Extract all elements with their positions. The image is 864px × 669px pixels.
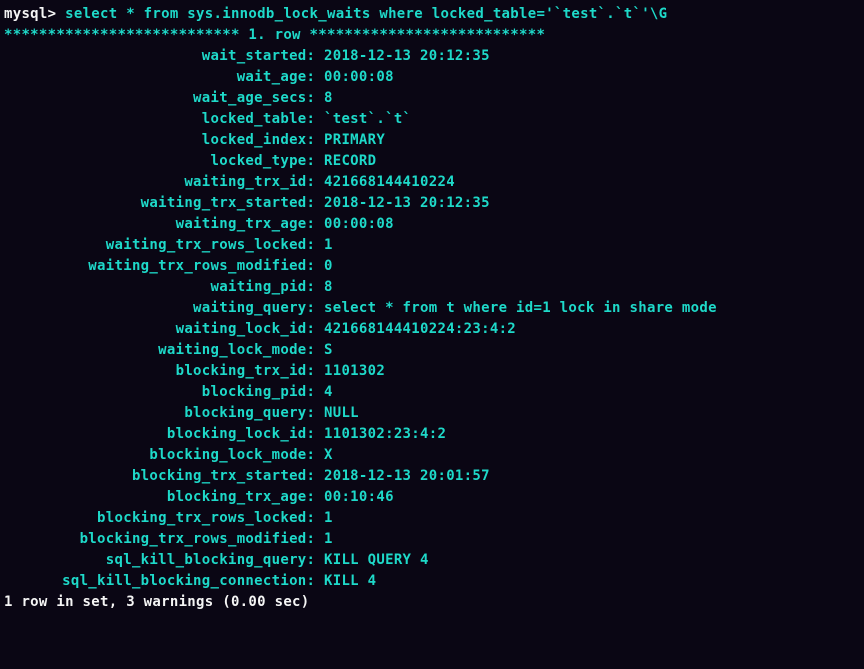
field-label: locked_table: (4, 109, 324, 130)
field-value: 0 (324, 256, 333, 277)
field-value: NULL (324, 403, 359, 424)
field-label: blocking_lock_id: (4, 424, 324, 445)
field-value: 2018-12-13 20:01:57 (324, 466, 490, 487)
result-footer: 1 row in set, 3 warnings (0.00 sec) (4, 592, 860, 613)
field-row: sql_kill_blocking_query: KILL QUERY 4 (4, 550, 860, 571)
field-row: locked_index: PRIMARY (4, 130, 860, 151)
field-value: KILL 4 (324, 571, 376, 592)
field-label: waiting_pid: (4, 277, 324, 298)
field-value: 2018-12-13 20:12:35 (324, 193, 490, 214)
field-row: waiting_trx_started: 2018-12-13 20:12:35 (4, 193, 860, 214)
field-row: waiting_trx_rows_modified: 0 (4, 256, 860, 277)
command-line: mysql> select * from sys.innodb_lock_wai… (4, 4, 860, 25)
field-label: locked_type: (4, 151, 324, 172)
field-label: waiting_trx_age: (4, 214, 324, 235)
field-label: waiting_trx_id: (4, 172, 324, 193)
field-value: 1 (324, 235, 333, 256)
field-row: blocking_trx_rows_modified: 1 (4, 529, 860, 550)
field-row: blocking_pid: 4 (4, 382, 860, 403)
field-label: waiting_trx_started: (4, 193, 324, 214)
field-value: `test`.`t` (324, 109, 411, 130)
field-row: blocking_query: NULL (4, 403, 860, 424)
field-value: 1101302:23:4:2 (324, 424, 446, 445)
field-value: X (324, 445, 333, 466)
field-value: 1 (324, 529, 333, 550)
field-value: 00:00:08 (324, 67, 394, 88)
sql-command: select * from sys.innodb_lock_waits wher… (65, 6, 667, 22)
field-row: sql_kill_blocking_connection: KILL 4 (4, 571, 860, 592)
field-label: blocking_query: (4, 403, 324, 424)
field-label: wait_started: (4, 46, 324, 67)
field-value: S (324, 340, 333, 361)
field-value: 00:10:46 (324, 487, 394, 508)
result-fields: wait_started: 2018-12-13 20:12:35 wait_a… (4, 46, 860, 592)
field-label: locked_index: (4, 130, 324, 151)
field-value: 421668144410224:23:4:2 (324, 319, 516, 340)
field-label: sql_kill_blocking_connection: (4, 571, 324, 592)
field-label: waiting_lock_id: (4, 319, 324, 340)
row-header: *************************** 1. row *****… (4, 25, 860, 46)
field-value: KILL QUERY 4 (324, 550, 429, 571)
field-row: blocking_lock_id: 1101302:23:4:2 (4, 424, 860, 445)
field-value: PRIMARY (324, 130, 385, 151)
field-label: waiting_trx_rows_modified: (4, 256, 324, 277)
field-value: 1 (324, 508, 333, 529)
field-label: blocking_trx_rows_locked: (4, 508, 324, 529)
field-value: RECORD (324, 151, 376, 172)
field-value: 421668144410224 (324, 172, 455, 193)
field-label: wait_age: (4, 67, 324, 88)
field-row: wait_age: 00:00:08 (4, 67, 860, 88)
field-value: 2018-12-13 20:12:35 (324, 46, 490, 67)
field-label: blocking_trx_rows_modified: (4, 529, 324, 550)
field-label: blocking_trx_age: (4, 487, 324, 508)
field-row: waiting_trx_rows_locked: 1 (4, 235, 860, 256)
field-row: waiting_query: select * from t where id=… (4, 298, 860, 319)
field-value: 1101302 (324, 361, 385, 382)
field-label: waiting_lock_mode: (4, 340, 324, 361)
field-label: blocking_pid: (4, 382, 324, 403)
field-row: locked_table: `test`.`t` (4, 109, 860, 130)
field-row: blocking_lock_mode: X (4, 445, 860, 466)
field-row: waiting_trx_age: 00:00:08 (4, 214, 860, 235)
field-row: blocking_trx_age: 00:10:46 (4, 487, 860, 508)
field-row: blocking_trx_started: 2018-12-13 20:01:5… (4, 466, 860, 487)
field-label: waiting_query: (4, 298, 324, 319)
field-row: waiting_lock_id: 421668144410224:23:4:2 (4, 319, 860, 340)
field-value: select * from t where id=1 lock in share… (324, 298, 717, 319)
field-value: 8 (324, 88, 333, 109)
field-row: wait_started: 2018-12-13 20:12:35 (4, 46, 860, 67)
field-row: waiting_pid: 8 (4, 277, 860, 298)
field-label: blocking_lock_mode: (4, 445, 324, 466)
field-row: blocking_trx_rows_locked: 1 (4, 508, 860, 529)
field-row: waiting_lock_mode: S (4, 340, 860, 361)
field-label: blocking_trx_id: (4, 361, 324, 382)
field-label: wait_age_secs: (4, 88, 324, 109)
field-value: 8 (324, 277, 333, 298)
field-label: sql_kill_blocking_query: (4, 550, 324, 571)
field-value: 4 (324, 382, 333, 403)
field-value: 00:00:08 (324, 214, 394, 235)
field-label: blocking_trx_started: (4, 466, 324, 487)
field-row: wait_age_secs: 8 (4, 88, 860, 109)
prompt-prefix: mysql> (4, 6, 65, 22)
field-row: waiting_trx_id: 421668144410224 (4, 172, 860, 193)
field-label: waiting_trx_rows_locked: (4, 235, 324, 256)
field-row: locked_type: RECORD (4, 151, 860, 172)
field-row: blocking_trx_id: 1101302 (4, 361, 860, 382)
